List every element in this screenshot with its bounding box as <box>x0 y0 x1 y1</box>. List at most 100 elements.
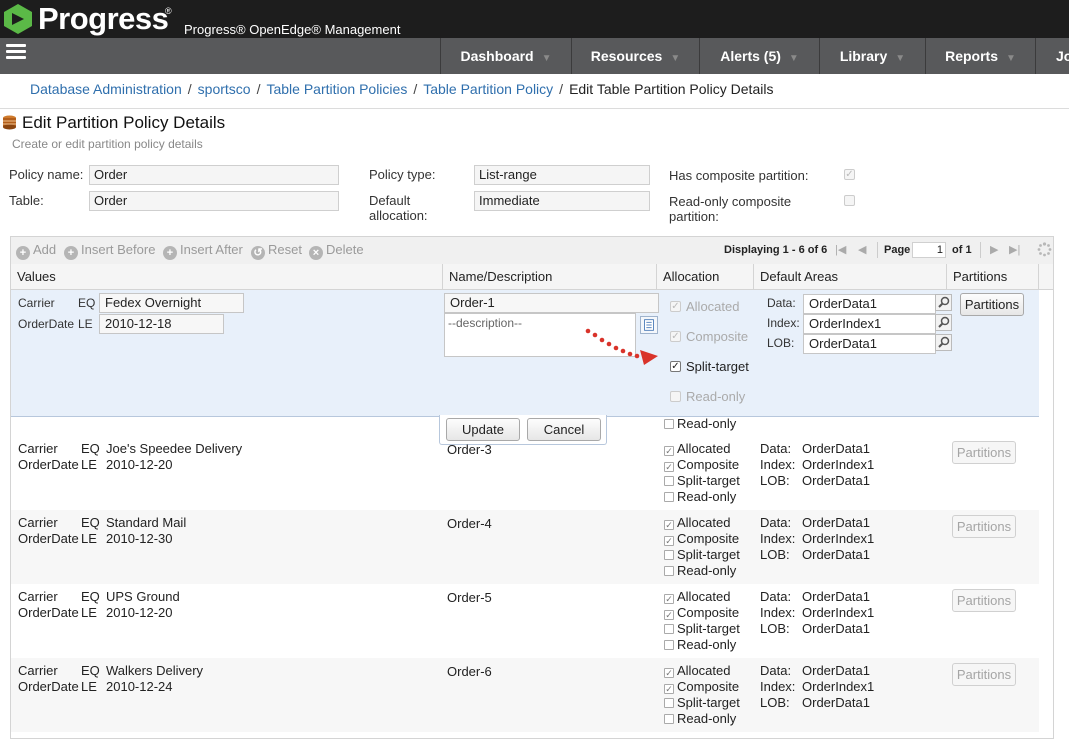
partitions-button[interactable]: Partitions <box>952 589 1016 612</box>
prev-page-icon[interactable]: ◀ <box>858 243 866 256</box>
orderdate-operator: LE <box>81 457 97 472</box>
table-field[interactable]: Order <box>89 191 339 211</box>
reset-icon: ↺ <box>251 246 265 260</box>
search-icon[interactable] <box>935 334 952 351</box>
allocated-option[interactable]: ✓ Allocated <box>664 663 730 679</box>
reset-button[interactable]: ↺ Reset <box>251 242 302 260</box>
readonly-option[interactable]: Read-only <box>664 637 736 653</box>
pager-divider <box>980 242 981 258</box>
add-icon: + <box>16 246 30 260</box>
allocated-checkbox[interactable]: ✓ <box>670 301 681 312</box>
first-page-icon[interactable]: |◀ <box>835 243 846 256</box>
delete-button[interactable]: × Delete <box>309 242 364 260</box>
search-icon[interactable] <box>935 294 952 311</box>
column-name-description[interactable]: Name/Description <box>442 264 656 289</box>
composite-checkbox[interactable]: ✓ <box>670 331 681 342</box>
column-default-areas[interactable]: Default Areas <box>753 264 946 289</box>
breadcrumb-table-partition-policies[interactable]: Table Partition Policies <box>266 81 407 97</box>
readonly-option[interactable]: Read-only <box>664 563 736 579</box>
carrier-value: UPS Ground <box>106 589 180 604</box>
insert-before-button[interactable]: + Insert Before <box>64 242 155 260</box>
nav-jobs[interactable]: Jo <box>1035 38 1069 74</box>
readonly-option[interactable]: Read-only <box>664 711 736 727</box>
search-icon[interactable] <box>935 314 952 331</box>
partition-name-input[interactable]: Order-1 <box>444 293 659 313</box>
menu-icon[interactable] <box>6 44 26 60</box>
composite-checkbox[interactable]: ✓ <box>844 169 855 180</box>
column-allocation[interactable]: Allocation <box>656 264 753 289</box>
carrier-value: Joe's Speedee Delivery <box>106 441 243 456</box>
data-area-value: OrderData1 <box>802 589 870 604</box>
partitions-button[interactable]: Partitions <box>952 441 1016 464</box>
data-area-value: OrderData1 <box>802 663 870 678</box>
next-page-icon[interactable]: ▶ <box>990 243 998 256</box>
policy-name-field[interactable]: Order <box>89 165 339 185</box>
orderdate-value: 2010-12-20 <box>106 457 173 472</box>
nav-resources[interactable]: Resources ▼ <box>571 38 699 74</box>
table-label: Table: <box>9 193 44 208</box>
index-area-label: Index: <box>760 605 796 620</box>
composite-label: Has composite partition: <box>669 168 809 183</box>
allocated-option[interactable]: ✓ Allocated <box>664 441 730 457</box>
orderdate-label: OrderDate <box>18 317 75 331</box>
index-area-label: Index: <box>760 457 796 472</box>
index-area-value: OrderIndex1 <box>802 679 875 694</box>
readonly-checkbox[interactable] <box>670 391 681 402</box>
insert-after-button[interactable]: + Insert After <box>163 242 243 260</box>
composite-option[interactable]: ✓ Composite <box>664 531 739 547</box>
orderdate-value: 2010-12-20 <box>106 605 173 620</box>
lob-area-value: OrderData1 <box>802 473 870 488</box>
readonly-option[interactable]: Read-only <box>664 416 736 432</box>
composite-option[interactable]: ✓ Composite <box>664 679 739 695</box>
composite-option[interactable]: ✓ Composite <box>664 457 739 473</box>
breadcrumb-database-admin[interactable]: Database Administration <box>30 81 182 97</box>
breadcrumb-table-partition-policy[interactable]: Table Partition Policy <box>423 81 553 97</box>
add-button[interactable]: + Add <box>16 242 56 260</box>
allocated-option[interactable]: ✓ Allocated <box>664 515 730 531</box>
carrier-value: Standard Mail <box>106 515 187 530</box>
readonly-option[interactable]: Read-only <box>664 489 736 505</box>
column-partitions[interactable]: Partitions <box>946 264 1039 289</box>
readonly-composite-checkbox[interactable] <box>844 195 855 206</box>
partitions-button[interactable]: Partitions <box>952 515 1016 538</box>
data-area-label: Data: <box>767 296 796 310</box>
policy-type-field[interactable]: List-range <box>474 165 650 185</box>
allocated-option[interactable]: ✓ Allocated <box>664 589 730 605</box>
split-target-checkbox[interactable]: ✓ <box>670 361 681 372</box>
orderdate-operator: LE <box>81 531 97 546</box>
add-icon: + <box>163 246 177 260</box>
column-values[interactable]: Values <box>11 264 442 289</box>
last-page-icon[interactable]: ▶| <box>1009 243 1020 256</box>
nav-reports[interactable]: Reports ▼ <box>925 38 1035 74</box>
split-target-option[interactable]: Split-target <box>664 473 740 489</box>
nav-library[interactable]: Library ▼ <box>819 38 925 74</box>
split-target-option[interactable]: Split-target <box>664 695 740 711</box>
split-target-option[interactable]: Split-target <box>664 621 740 637</box>
lob-area-input[interactable]: OrderData1 <box>803 334 936 354</box>
data-area-label: Data: <box>760 663 792 678</box>
data-area-input[interactable]: OrderData1 <box>803 294 936 314</box>
partitions-button[interactable]: Partitions <box>960 293 1024 316</box>
breadcrumb-sportsco[interactable]: sportsco <box>198 81 251 97</box>
data-area-label: Data: <box>760 441 792 456</box>
orderdate-label: OrderDate <box>18 605 79 620</box>
split-target-option[interactable]: Split-target <box>664 547 740 563</box>
default-allocation-field[interactable]: Immediate <box>474 191 650 211</box>
page-input[interactable]: 1 <box>912 242 946 258</box>
index-area-input[interactable]: OrderIndex1 <box>803 314 936 334</box>
orderdate-value-input[interactable]: 2010-12-18 <box>99 314 224 334</box>
carrier-value-input[interactable]: Fedex Overnight <box>99 293 244 313</box>
orderdate-value: 2010-12-30 <box>106 531 173 546</box>
orderdate-value: 2010-12-24 <box>106 679 173 694</box>
brand-name: Progress <box>38 1 169 36</box>
breadcrumb-current: Edit Table Partition Policy Details <box>569 81 774 97</box>
partitions-button[interactable]: Partitions <box>952 663 1016 686</box>
nav-dashboard[interactable]: Dashboard ▼ <box>440 38 571 74</box>
nav-alerts[interactable]: Alerts (5) ▼ <box>699 38 819 74</box>
orderdate-operator: LE <box>78 317 93 331</box>
lob-area-value: OrderData1 <box>802 695 870 710</box>
composite-option[interactable]: ✓ Composite <box>664 605 739 621</box>
refresh-icon[interactable] <box>1037 242 1052 257</box>
pager-divider <box>877 242 878 258</box>
lob-area-label: LOB: <box>767 336 795 350</box>
